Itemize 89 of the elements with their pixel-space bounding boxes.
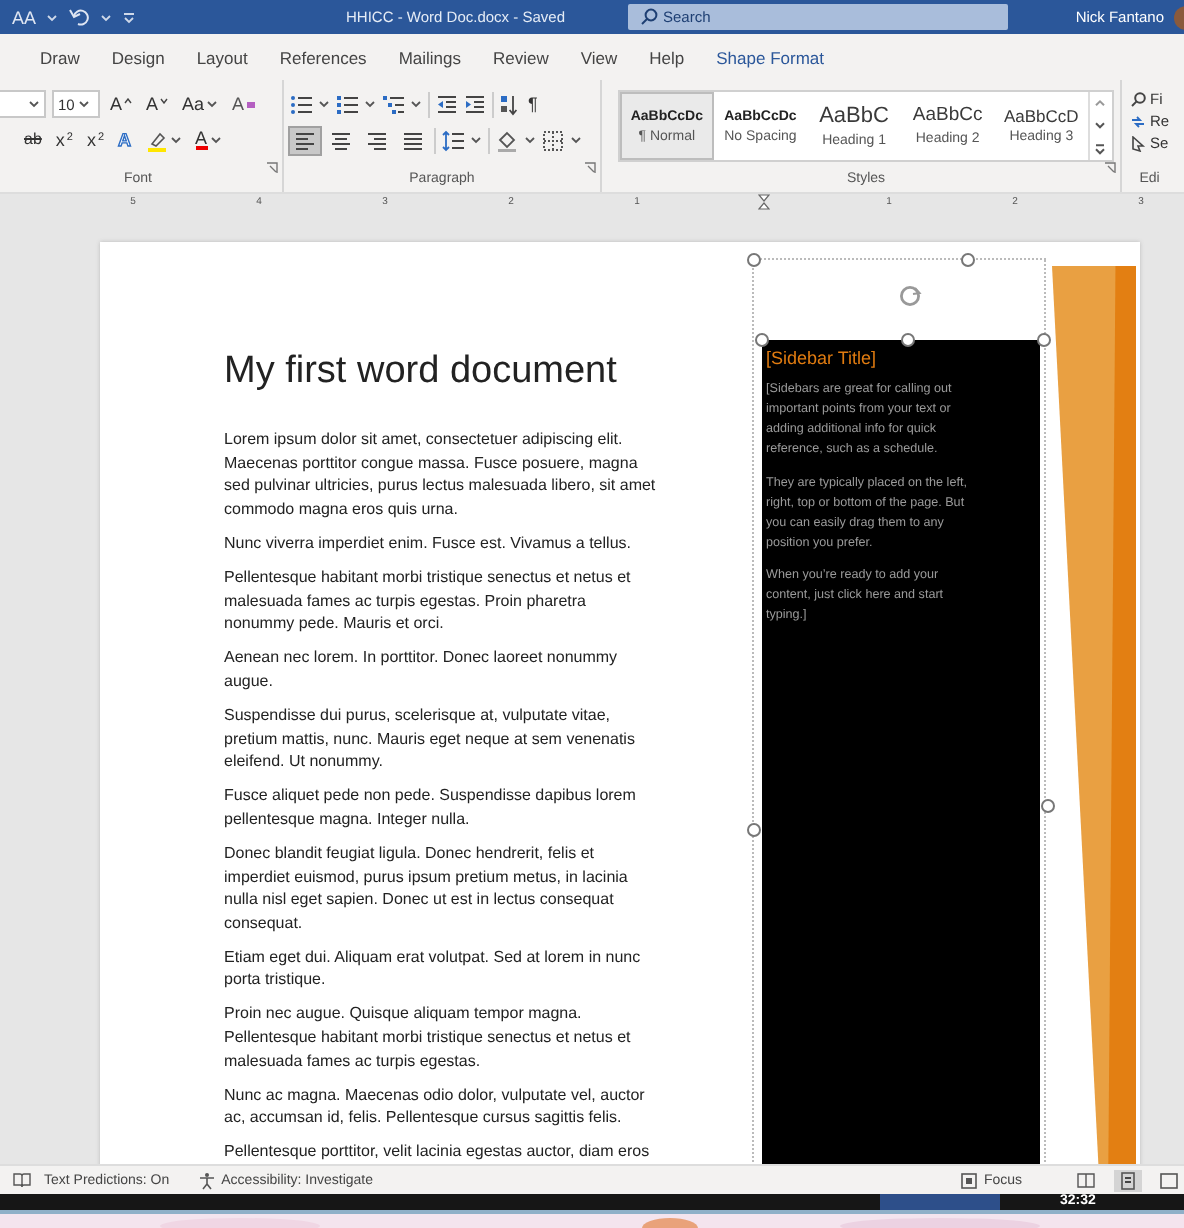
- show-formatting-button[interactable]: ¶: [524, 93, 542, 115]
- rotate-handle-icon: [898, 284, 922, 308]
- clear-formatting-button[interactable]: A: [228, 93, 261, 115]
- sort-icon: [500, 93, 518, 115]
- resize-handle[interactable]: [901, 333, 915, 347]
- caret-icon: [209, 136, 222, 144]
- caret-icon: [169, 136, 182, 144]
- shading-icon: [496, 129, 518, 151]
- resize-handle[interactable]: [747, 823, 761, 837]
- caret-icon: [100, 13, 113, 21]
- body-paragraph: Lorem ipsum dolor sit amet, consectetuer adipiscing elit. Maecenas porttitor congue massa. Fusce posuere, magna sed pulvinar ultricies, purus lectus malesuada libero, sit amet commodo magna eros quis urna.: [224, 428, 658, 521]
- body-paragraph: Pellentesque habitant morbi tristique senectus et netus et malesuada fames ac turpis egestas. Proin pharetra nonummy pede. Mauris et orci.: [224, 565, 633, 636]
- caret-icon: [470, 136, 482, 144]
- ribbon-tab[interactable]: View: [564, 39, 634, 75]
- alignment-button[interactable]: [362, 127, 392, 153]
- resize-handle[interactable]: [747, 253, 761, 267]
- dialog-launcher-icon: [266, 162, 278, 174]
- focus-icon: [959, 1171, 978, 1189]
- web-layout-icon: [1160, 1171, 1178, 1189]
- font-color-button[interactable]: A: [191, 128, 226, 152]
- body-paragraph: Fusce aliquet pede non pede. Suspendisse dapibus lorem pellentesque magna. Integer nulla.: [224, 784, 638, 831]
- ribbon-tab[interactable]: Help: [633, 39, 701, 75]
- body-paragraph: Donec blandit feugiat ligula. Donec hendrerit, felis et imperdiet euismod, purus ipsum pretium metus, in lacinia nulla nisl eget sapien. Donec ut est in lectus consequat consequat.: [224, 841, 630, 935]
- alignment-button[interactable]: [398, 127, 428, 153]
- customize-icon: [122, 11, 137, 23]
- caret-icon: [364, 100, 376, 108]
- body-paragraph: Etiam eget dui. Aliquam erat volutpat. Sed at lorem in nunc porta tristique.: [224, 945, 643, 992]
- ribbon-tab[interactable]: Review: [477, 39, 565, 75]
- ribbon-tab[interactable]: Design: [95, 39, 181, 75]
- align-right-icon: [366, 129, 388, 151]
- grow-font-button[interactable]: A: [106, 93, 137, 115]
- search-icon: [639, 8, 657, 26]
- ribbon-tab[interactable]: Layout: [180, 39, 264, 75]
- align-justify-icon: [402, 129, 424, 151]
- accessibility-icon: [197, 1171, 216, 1189]
- multilevel-list-icon: [382, 93, 404, 115]
- caret-icon: [206, 100, 219, 108]
- numbering-icon: [336, 93, 358, 115]
- caret-icon: [46, 13, 59, 21]
- dialog-launcher-icon: [1104, 162, 1116, 174]
- resize-handle[interactable]: [1041, 799, 1055, 813]
- search-icon: [1130, 91, 1146, 107]
- align-center-icon: [330, 129, 352, 151]
- pointer-icon: [1130, 135, 1146, 151]
- undo-icon: [68, 8, 91, 26]
- view-button[interactable]: [1114, 1169, 1142, 1191]
- read-mode-icon: [1076, 1172, 1096, 1188]
- decrease-indent-icon: [436, 93, 458, 115]
- body-paragraph: Aenean nec lorem. In porttitor. Donec laoreet nonummy augue.: [224, 646, 620, 693]
- ribbon-tab[interactable]: Mailings: [382, 39, 477, 75]
- eraser-icon: [246, 99, 257, 109]
- caret-icon: [318, 100, 330, 108]
- body-paragraph: Pellentesque porttitor, velit lacinia egestas auctor, diam eros: [224, 1140, 652, 1164]
- body-paragraph: Nunc viverra imperdiet enim. Fusce est. Vivamus a tellus.: [224, 531, 633, 555]
- indent-marker-icon: [757, 194, 769, 210]
- dialog-launcher-icon: [584, 162, 596, 174]
- body-paragraph: Nunc ac magna. Maecenas odio dolor, vulputate vel, auctor ac, accumsan id, felis. Pellentesque cursus sagittis felis.: [224, 1083, 647, 1130]
- font-size-glyph[interactable]: AA: [12, 7, 37, 27]
- body-paragraph: Suspendisse dui purus, scelerisque at, vulputate vitae, pretium mattis, nunc. Mauris eget neque at sem venenatis eleifend. Ut nonummy.: [224, 703, 637, 774]
- view-button[interactable]: [1154, 1169, 1184, 1191]
- increase-indent-icon: [464, 93, 486, 115]
- shrink-font-button[interactable]: A: [142, 93, 173, 115]
- sidebar-title: [Sidebar Title]: [766, 348, 879, 368]
- resize-handle[interactable]: [755, 333, 769, 347]
- ribbon-tab[interactable]: References: [263, 39, 383, 75]
- alignment-button[interactable]: [326, 127, 356, 153]
- line-spacing-icon: [442, 129, 464, 151]
- resize-handle[interactable]: [961, 253, 975, 267]
- strikethrough-button[interactable]: ab: [20, 130, 46, 150]
- alignment-button[interactable]: [290, 127, 320, 153]
- resize-handle[interactable]: [1037, 333, 1051, 347]
- caret-icon: [78, 100, 91, 108]
- bullets-icon: [290, 93, 312, 115]
- change-case-button[interactable]: Aa: [178, 93, 223, 115]
- caret-icon: [524, 136, 536, 144]
- print-layout-icon: [1120, 1171, 1136, 1189]
- caret-icon: [28, 100, 40, 108]
- borders-icon: [542, 129, 564, 151]
- script-button[interactable]: x$^{2}$: [82, 129, 109, 151]
- document-heading: My first word document: [224, 348, 619, 396]
- body-paragraph: Proin nec augue. Quisque aliquam tempor magna. Pellentesque habitant morbi tristique senectus et netus et malesuada fames ac turpis egestas.: [224, 1002, 633, 1073]
- caret-icon: [570, 136, 582, 144]
- ribbon-tab[interactable]: Draw: [24, 39, 96, 75]
- ribbon-tab[interactable]: Shape Format: [700, 39, 841, 75]
- align-left-icon: [294, 129, 316, 151]
- replace-icon: [1130, 113, 1146, 129]
- book-icon: [12, 1172, 32, 1188]
- caret-icon: [410, 100, 422, 108]
- highlighter-icon: [145, 129, 168, 151]
